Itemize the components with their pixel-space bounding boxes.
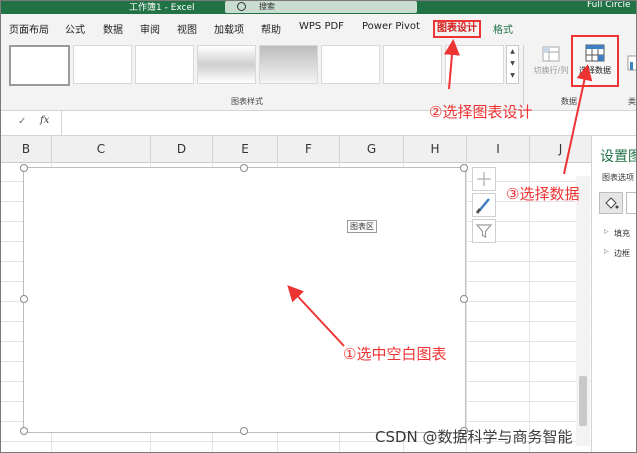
arrow-to-chart [287, 285, 345, 347]
excel-window: 工作簿1 - Excel 搜索 Full Circle 页面布局 公式 数据 审… [0, 0, 637, 453]
annotation-step2: ②选择图表设计 [429, 103, 533, 121]
arrow-to-select-data [563, 64, 593, 175]
annotation-arrows [287, 39, 593, 347]
watermark: CSDN @数据科学与商务智能 [375, 428, 573, 446]
annotation-step1: ①选中空白图表 [343, 345, 447, 363]
arrow-to-chart-design-tab [443, 39, 460, 90]
annotation-step3: ③选择数据 [506, 185, 580, 203]
